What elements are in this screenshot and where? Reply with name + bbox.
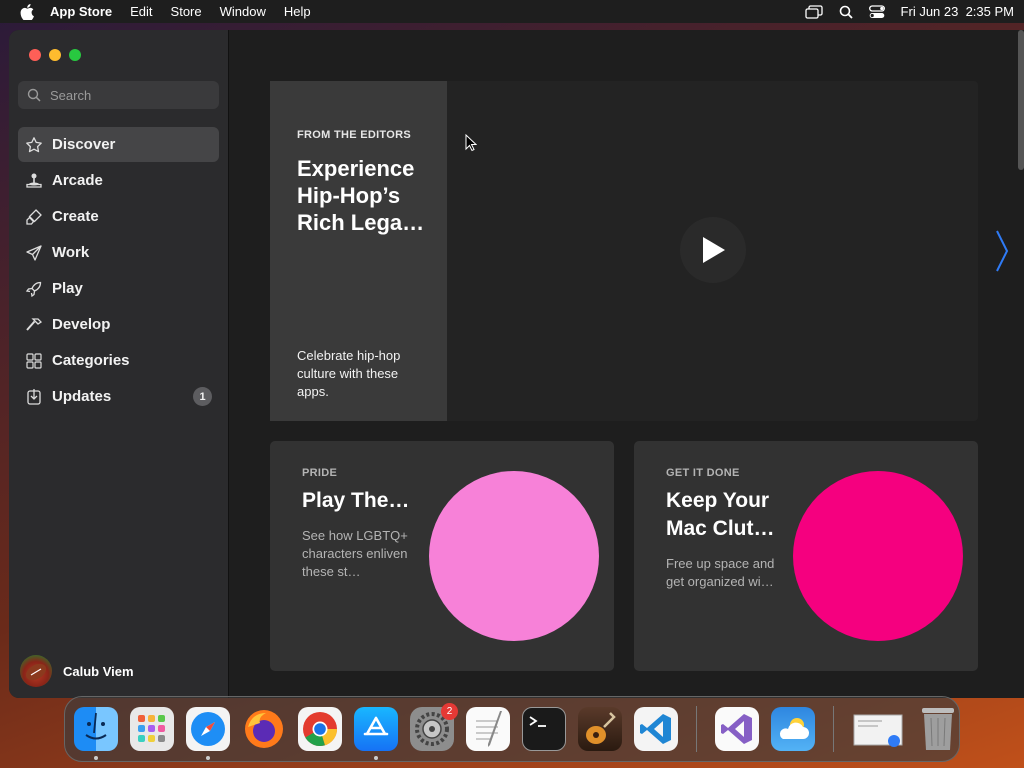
menu-help[interactable]: Help bbox=[284, 4, 311, 19]
sidebar: Discover Arcade Create Work Play Develop bbox=[9, 30, 229, 698]
settings-badge: 2 bbox=[441, 703, 458, 720]
search-icon[interactable] bbox=[839, 5, 853, 19]
sidebar-item-label: Discover bbox=[52, 136, 116, 153]
menu-bar: App Store Edit Store Window Help Fri Jun… bbox=[0, 0, 1024, 23]
card-eyebrow: PRIDE bbox=[302, 467, 338, 479]
sidebar-item-work[interactable]: Work bbox=[18, 235, 219, 270]
visual-studio-icon[interactable] bbox=[715, 707, 759, 751]
sidebar-item-label: Work bbox=[52, 244, 90, 261]
play-icon bbox=[703, 237, 725, 263]
system-settings-icon[interactable]: 2 bbox=[410, 703, 458, 751]
updates-count-badge: 1 bbox=[193, 387, 212, 406]
sidebar-item-discover[interactable]: Discover bbox=[18, 127, 219, 162]
card-artwork bbox=[793, 471, 963, 641]
sidebar-item-label: Create bbox=[52, 208, 99, 225]
hammer-icon bbox=[26, 317, 43, 331]
card-description: Free up space and get organized wi… bbox=[666, 556, 775, 589]
trash-icon[interactable] bbox=[916, 707, 960, 751]
story-card-pride[interactable]: PRIDE Play The… See how LGBTQ+ character… bbox=[270, 441, 614, 671]
menu-edit[interactable]: Edit bbox=[130, 4, 152, 19]
hero-banner[interactable]: FROM THE EDITORS Experience Hip-Hop’s Ri… bbox=[270, 81, 978, 421]
search-input[interactable] bbox=[50, 87, 200, 103]
card-title: Play The… bbox=[302, 489, 410, 512]
sidebar-item-label: Categories bbox=[52, 352, 130, 369]
sidebar-item-develop[interactable]: Develop bbox=[18, 307, 219, 342]
sidebar-item-label: Play bbox=[52, 280, 83, 297]
launchpad-icon[interactable] bbox=[130, 707, 174, 751]
finder-icon[interactable] bbox=[74, 707, 118, 760]
dock-separator bbox=[696, 706, 697, 752]
sidebar-item-label: Develop bbox=[52, 316, 111, 333]
sidebar-item-label: Updates bbox=[52, 388, 112, 405]
menu-app-store[interactable]: App Store bbox=[50, 4, 112, 19]
app-store-window: Discover Arcade Create Work Play Develop bbox=[9, 30, 1024, 698]
main-content: FROM THE EDITORS Experience Hip-Hop’s Ri… bbox=[230, 30, 1024, 698]
sidebar-item-create[interactable]: Create bbox=[18, 199, 219, 234]
joystick-icon bbox=[26, 173, 42, 188]
garageband-icon[interactable] bbox=[578, 707, 622, 751]
minimize-button[interactable] bbox=[49, 49, 61, 61]
paper-plane-icon bbox=[26, 244, 42, 261]
zoom-button[interactable] bbox=[69, 49, 81, 61]
textedit-icon[interactable] bbox=[466, 707, 510, 751]
search-field[interactable] bbox=[18, 81, 219, 109]
story-card-get-it-done[interactable]: GET IT DONE Keep Your Mac Clut… Free up … bbox=[634, 441, 978, 671]
menu-store[interactable]: Store bbox=[171, 4, 202, 19]
apple-menu-icon[interactable] bbox=[20, 3, 34, 20]
account-button[interactable]: Calub Viem bbox=[20, 655, 134, 687]
play-video-button[interactable] bbox=[680, 217, 746, 283]
preview-icon[interactable] bbox=[852, 707, 904, 751]
sidebar-item-arcade[interactable]: Arcade bbox=[18, 163, 219, 198]
cursor-icon bbox=[465, 134, 477, 152]
sidebar-item-play[interactable]: Play bbox=[18, 271, 219, 306]
card-eyebrow: GET IT DONE bbox=[666, 467, 740, 479]
sidebar-item-updates[interactable]: Updates 1 bbox=[18, 379, 219, 414]
avatar bbox=[20, 655, 52, 687]
app-store-icon[interactable] bbox=[354, 707, 398, 760]
menubar-clock[interactable]: Fri Jun 23 2:35 PM bbox=[901, 4, 1014, 19]
firefox-icon[interactable] bbox=[242, 707, 286, 751]
card-description: See how LGBTQ+ characters enliven these … bbox=[302, 528, 408, 579]
hero-eyebrow: FROM THE EDITORS bbox=[297, 129, 411, 141]
menu-window[interactable]: Window bbox=[220, 4, 266, 19]
window-controls bbox=[29, 49, 81, 61]
sidebar-item-label: Arcade bbox=[52, 172, 103, 189]
user-name: Calub Viem bbox=[63, 663, 134, 679]
hero-card[interactable]: FROM THE EDITORS Experience Hip-Hop’s Ri… bbox=[270, 81, 447, 421]
sidebar-item-categories[interactable]: Categories bbox=[18, 343, 219, 378]
control-center-icon[interactable] bbox=[868, 4, 885, 19]
safari-icon[interactable] bbox=[186, 707, 230, 760]
terminal-icon[interactable] bbox=[522, 707, 566, 751]
star-icon bbox=[26, 136, 42, 152]
screen-mirroring-icon[interactable] bbox=[804, 4, 823, 19]
close-button[interactable] bbox=[29, 49, 41, 61]
football-icon bbox=[25, 663, 47, 681]
card-title: Keep Your Mac Clut… bbox=[666, 489, 775, 540]
grid-icon bbox=[26, 352, 42, 369]
hero-title: Experience Hip-Hop’s Rich Lega… bbox=[297, 156, 425, 235]
rocket-icon bbox=[25, 281, 42, 297]
chevron-right-icon[interactable] bbox=[995, 229, 1009, 273]
chrome-icon[interactable] bbox=[298, 707, 342, 751]
weather-icon[interactable] bbox=[771, 707, 815, 751]
vscode-icon[interactable] bbox=[634, 707, 678, 751]
scrollbar[interactable] bbox=[1018, 30, 1024, 170]
hero-description: Celebrate hip-hop culture with these app… bbox=[297, 348, 401, 399]
brush-icon bbox=[26, 208, 42, 225]
card-artwork bbox=[429, 471, 599, 641]
sidebar-nav: Discover Arcade Create Work Play Develop bbox=[18, 127, 219, 415]
dock: 2 bbox=[64, 696, 960, 762]
dock-separator bbox=[833, 706, 834, 752]
search-icon bbox=[27, 88, 41, 102]
download-icon bbox=[27, 388, 41, 405]
